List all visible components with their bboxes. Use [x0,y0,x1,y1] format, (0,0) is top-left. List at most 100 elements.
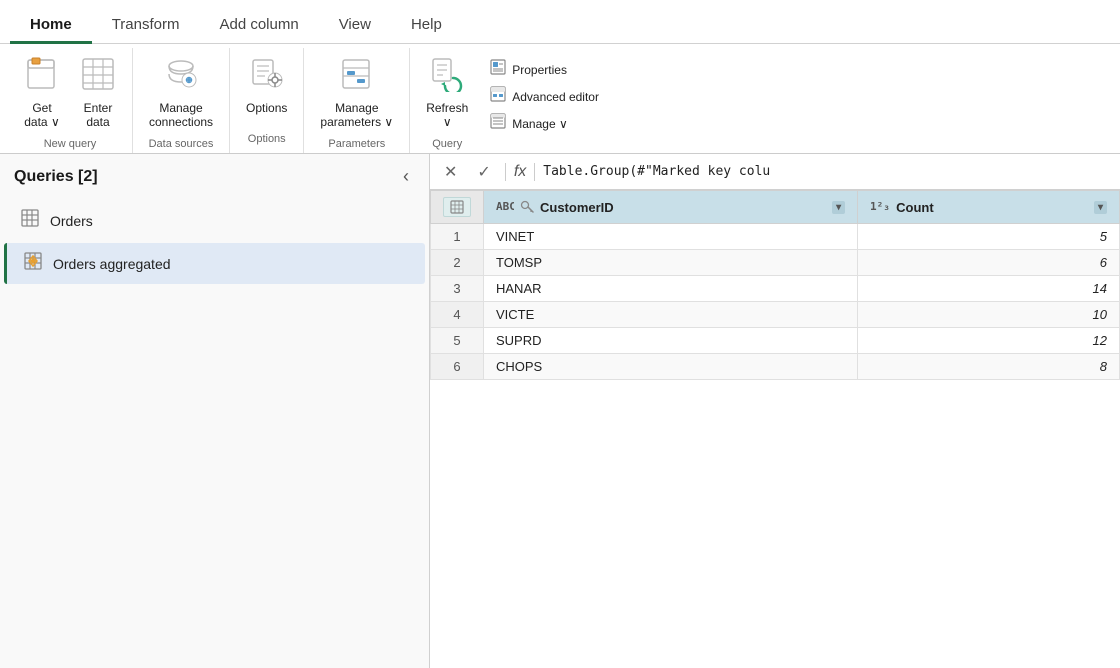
new-query-group-label: New query [44,138,97,154]
table-cell-index: 2 [431,250,484,276]
enter-data-label: Enterdata [84,101,113,130]
count-label: Count [896,200,934,215]
table-header-index [431,191,484,224]
table-cell-customerid: VINET [484,224,858,250]
table-cell-customerid: CHOPS [484,354,858,380]
table-cell-count: 12 [858,328,1120,354]
data-table-container: ABC CustomerI [430,190,1120,668]
ribbon-group-data-sources: Manageconnections Data sources [133,48,230,153]
options-icon [249,56,285,97]
query-group-label: Query [432,138,462,154]
manage-label: Manage ∨ [512,117,567,131]
manage-connections-label: Manageconnections [149,101,213,130]
enter-data-icon [80,56,116,97]
svg-text:ABC: ABC [496,200,514,213]
table-row: 3HANAR14 [431,276,1120,302]
table-cell-customerid: VICTE [484,302,858,328]
table-select-all[interactable] [443,197,471,217]
ribbon-group-new-query: Getdata ∨ Enterdata New query [8,48,133,153]
ribbon-group-parameters: Manageparameters ∨ Parameters [304,48,410,153]
table-cell-index: 5 [431,328,484,354]
tab-view[interactable]: View [319,8,391,44]
table-row: 1VINET5 [431,224,1120,250]
table-cell-index: 1 [431,224,484,250]
advanced-editor-button[interactable]: Advanced editor [484,83,605,110]
orders-label: Orders [50,213,93,229]
options-group-label: Options [248,133,286,149]
get-data-label: Getdata ∨ [24,101,59,130]
table-body: 1VINET52TOMSP63HANAR144VICTE105SUPRD126C… [431,224,1120,380]
table-cell-index: 4 [431,302,484,328]
tab-transform[interactable]: Transform [92,8,200,44]
count-type-icon: 1²₃ [870,199,890,216]
table-cell-index: 6 [431,354,484,380]
count-dropdown-button[interactable]: ▾ [1094,201,1107,214]
table-cell-count: 14 [858,276,1120,302]
sidebar-list: Orders Orders aggregated [0,199,429,285]
customerid-type-icon: ABC [496,199,514,216]
get-data-button[interactable]: Getdata ∨ [16,52,68,134]
orders-aggregated-label: Orders aggregated [53,256,171,272]
manage-connections-button[interactable]: Manageconnections [141,52,221,134]
formula-fx-label: fx [505,163,535,181]
ribbon-group-query: Refresh∨ Query Properties [410,48,621,153]
enter-data-button[interactable]: Enterdata [72,52,124,134]
refresh-label: Refresh∨ [426,101,468,130]
table-row: 2TOMSP6 [431,250,1120,276]
table-row: 6CHOPS8 [431,354,1120,380]
sidebar-collapse-button[interactable]: ‹ [397,164,415,189]
manage-parameters-label: Manageparameters ∨ [320,101,393,130]
sidebar-title: Queries [2] [14,168,98,186]
sidebar: Queries [2] ‹ Orders [0,154,430,668]
manage-connections-icon [163,56,199,97]
table-cell-index: 3 [431,276,484,302]
manage-parameters-button[interactable]: Manageparameters ∨ [312,52,401,134]
properties-button[interactable]: Properties [484,56,605,83]
main-content: ✕ ✓ fx Table.Group(#"Marked key colu [430,154,1120,668]
manage-parameters-icon [339,56,375,97]
manage-icon [490,113,506,134]
table-cell-customerid: TOMSP [484,250,858,276]
table-header-count[interactable]: 1²₃ Count ▾ [858,191,1120,224]
orders-aggregated-icon [23,251,43,276]
table-cell-customerid: HANAR [484,276,858,302]
table-cell-customerid: SUPRD [484,328,858,354]
sidebar-item-orders[interactable]: Orders [4,200,425,241]
table-cell-count: 5 [858,224,1120,250]
table-row: 4VICTE10 [431,302,1120,328]
properties-icon [490,59,506,80]
data-table: ABC CustomerI [430,190,1120,380]
ribbon: Getdata ∨ Enterdata New query [0,44,1120,154]
table-row: 5SUPRD12 [431,328,1120,354]
parameters-group-label: Parameters [328,138,385,154]
ribbon-group-options: Options Options [230,48,304,153]
body-area: Queries [2] ‹ Orders [0,154,1120,668]
manage-button[interactable]: Manage ∨ [484,110,605,137]
refresh-icon [429,56,465,97]
get-data-icon [24,56,60,97]
formula-confirm-button[interactable]: ✓ [471,160,496,184]
properties-label: Properties [512,63,567,77]
svg-text:1²₃: 1²₃ [870,200,890,213]
refresh-button[interactable]: Refresh∨ [418,52,476,134]
customerid-label: CustomerID [540,200,614,215]
table-cell-count: 8 [858,354,1120,380]
orders-icon [20,208,40,233]
tab-home[interactable]: Home [10,8,92,44]
table-cell-count: 6 [858,250,1120,276]
customerid-dropdown-button[interactable]: ▾ [832,201,845,214]
options-label: Options [246,101,287,115]
tab-help[interactable]: Help [391,8,462,44]
customerid-key-icon [520,199,534,216]
sidebar-item-orders-aggregated[interactable]: Orders aggregated [4,243,425,284]
table-header-customerid[interactable]: ABC CustomerI [484,191,858,224]
formula-cancel-button[interactable]: ✕ [438,160,463,184]
tab-add-column[interactable]: Add column [199,8,318,44]
formula-bar: ✕ ✓ fx Table.Group(#"Marked key colu [430,154,1120,190]
options-button[interactable]: Options [238,52,295,119]
sidebar-header: Queries [2] ‹ [0,154,429,199]
table-cell-count: 10 [858,302,1120,328]
advanced-editor-icon [490,86,506,107]
formula-text[interactable]: Table.Group(#"Marked key colu [543,164,1112,179]
tab-bar: Home Transform Add column View Help [0,0,1120,44]
